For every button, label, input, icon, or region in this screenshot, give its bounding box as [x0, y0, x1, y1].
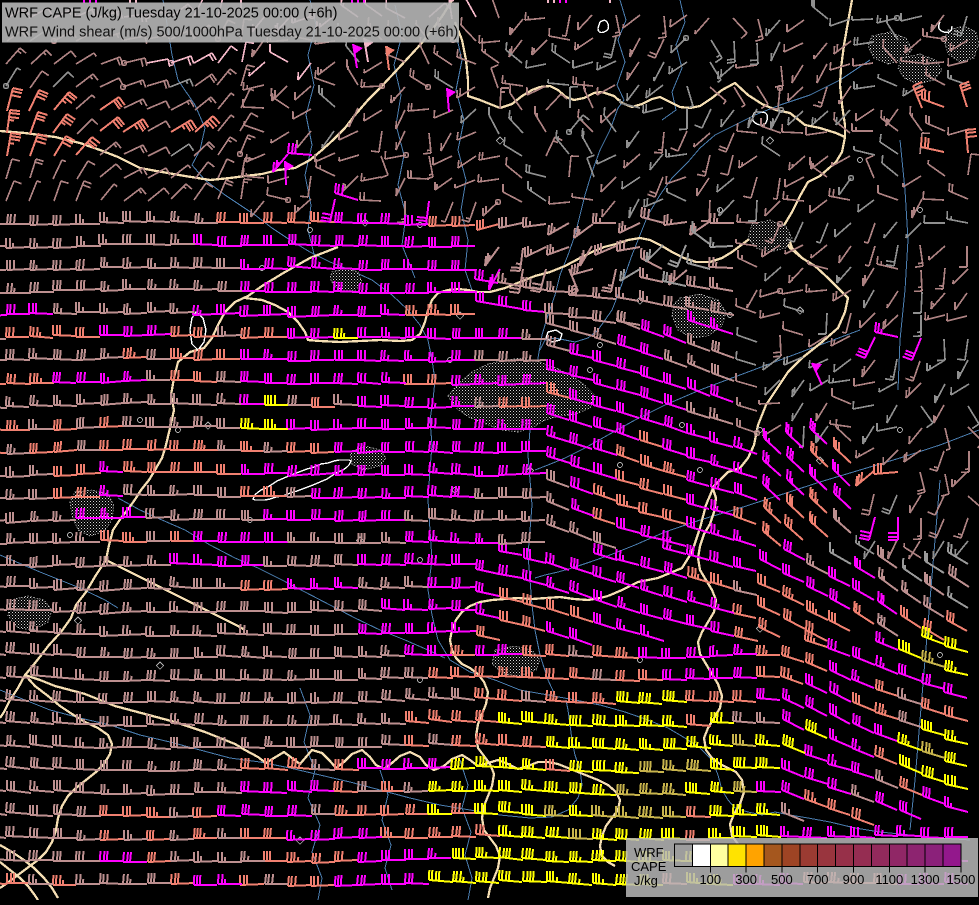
svg-text:1300: 1300 [911, 872, 940, 887]
svg-text:WRF Wind shear (m/s) 500/1000h: WRF Wind shear (m/s) 500/1000hPa Tuesday… [5, 25, 458, 41]
svg-text:900: 900 [843, 872, 865, 887]
svg-text:WRF: WRF [634, 845, 664, 860]
svg-text:700: 700 [807, 872, 829, 887]
svg-text:500: 500 [771, 872, 793, 887]
svg-text:100: 100 [699, 872, 721, 887]
svg-text:1500: 1500 [946, 872, 975, 887]
svg-text:300: 300 [735, 872, 757, 887]
svg-text:J/kg: J/kg [634, 873, 658, 888]
svg-text:CAPE: CAPE [631, 859, 667, 874]
svg-text:WRF CAPE (J/kg) Tuesday 21-10-: WRF CAPE (J/kg) Tuesday 21-10-2025 00:00… [5, 6, 337, 22]
svg-text:1100: 1100 [875, 872, 903, 887]
